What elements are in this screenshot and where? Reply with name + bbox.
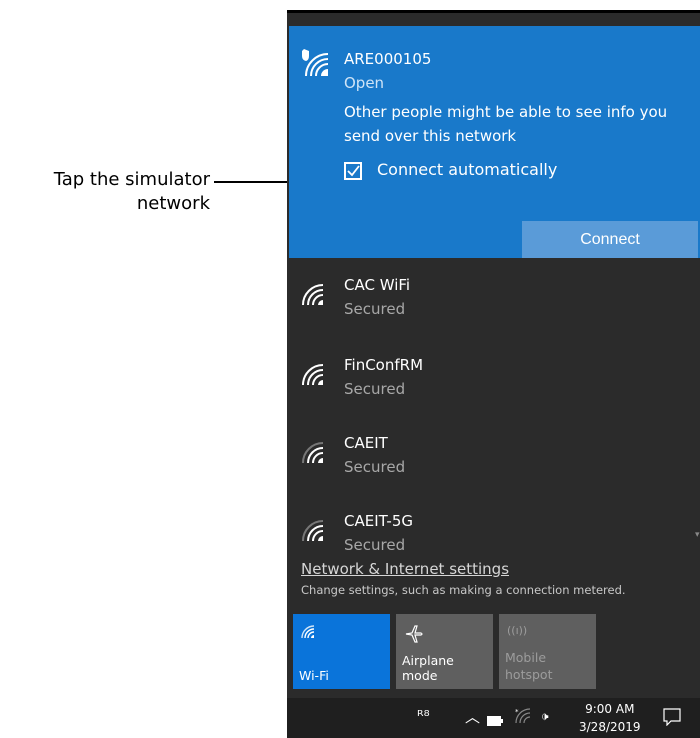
scroll-down-arrow[interactable]: ▾ <box>695 530 700 540</box>
network-name: CAC WiFi <box>344 276 411 294</box>
callout-pointer-line <box>214 181 288 183</box>
wifi-toggle-tile[interactable]: Wi-Fi <box>293 614 390 689</box>
airplane-mode-tile[interactable]: Airplane mode <box>396 614 493 689</box>
hotspot-label-line-2: hotspot <box>505 667 553 682</box>
wifi-tile-label: Wi-Fi <box>299 668 329 683</box>
network-name: FinConfRM <box>344 356 424 374</box>
wifi-signal-icon <box>301 284 331 310</box>
connect-automatically-checkbox[interactable] <box>344 162 362 180</box>
volume-icon[interactable]: 🕩 <box>541 709 549 724</box>
wifi-signal-icon <box>301 442 331 468</box>
wifi-tray-icon[interactable]: * <box>515 708 531 728</box>
hotspot-tile-label: Mobile hotspot <box>505 649 552 683</box>
network-status: Secured <box>344 536 406 554</box>
people-icon[interactable]: ᴿ⁸ <box>417 707 430 725</box>
network-settings-description: Change settings, such as making a connec… <box>301 583 626 597</box>
open-wifi-shield-icon <box>301 48 331 77</box>
airplane-icon <box>404 624 424 648</box>
hotspot-label-line-1: Mobile <box>505 650 547 665</box>
security-warning: Other people might be able to see info y… <box>344 103 668 145</box>
network-status: Secured <box>344 300 406 318</box>
callout-line-2: network <box>136 193 210 214</box>
action-center-icon[interactable] <box>663 708 681 730</box>
callout-line-1: Tap the simulator <box>53 169 210 190</box>
taskbar: ᴿ⁸ ︿ * 🕩 9:00 AM 3/28/2019 <box>287 698 700 738</box>
clock[interactable]: 9:00 AM 3/28/2019 <box>579 700 641 736</box>
connect-automatically-label[interactable]: Connect automatically <box>377 160 557 179</box>
clock-time: 9:00 AM <box>585 702 635 716</box>
battery-icon[interactable] <box>487 711 503 730</box>
network-name: ARE000105 <box>344 50 432 68</box>
clock-date: 3/28/2019 <box>579 720 641 734</box>
panel-top-strip <box>289 13 700 26</box>
hotspot-icon: ((ı)) <box>507 624 528 637</box>
svg-text:*: * <box>515 708 519 716</box>
wifi-icon <box>301 624 317 643</box>
callout-annotation: Tap the simulator network <box>54 168 210 216</box>
chevron-up-icon[interactable]: ︿ <box>465 706 480 727</box>
wifi-signal-icon <box>301 364 331 390</box>
wifi-signal-icon <box>301 520 331 546</box>
airplane-tile-label: Airplane mode <box>402 653 454 683</box>
network-status: Secured <box>344 380 406 398</box>
network-status: Open <box>344 74 385 92</box>
mobile-hotspot-tile[interactable]: ((ı)) Mobile hotspot <box>499 614 596 689</box>
network-name: CAEIT <box>344 434 388 452</box>
network-item[interactable]: CAEIT-5G Secured <box>289 494 695 554</box>
network-settings-link[interactable]: Network & Internet settings <box>301 560 509 578</box>
connect-button[interactable]: Connect <box>522 221 698 258</box>
network-item[interactable]: CAEIT Secured <box>289 416 695 492</box>
network-item[interactable]: CAC WiFi Secured <box>289 260 695 336</box>
network-status: Secured <box>344 458 406 476</box>
network-item-selected[interactable]: ARE000105 Open Other people might be abl… <box>289 26 700 258</box>
network-name: CAEIT-5G <box>344 512 414 530</box>
network-item[interactable]: FinConfRM Secured <box>289 338 695 414</box>
network-flyout: ARE000105 Open Other people might be abl… <box>287 10 700 738</box>
checkmark-icon <box>347 165 360 177</box>
